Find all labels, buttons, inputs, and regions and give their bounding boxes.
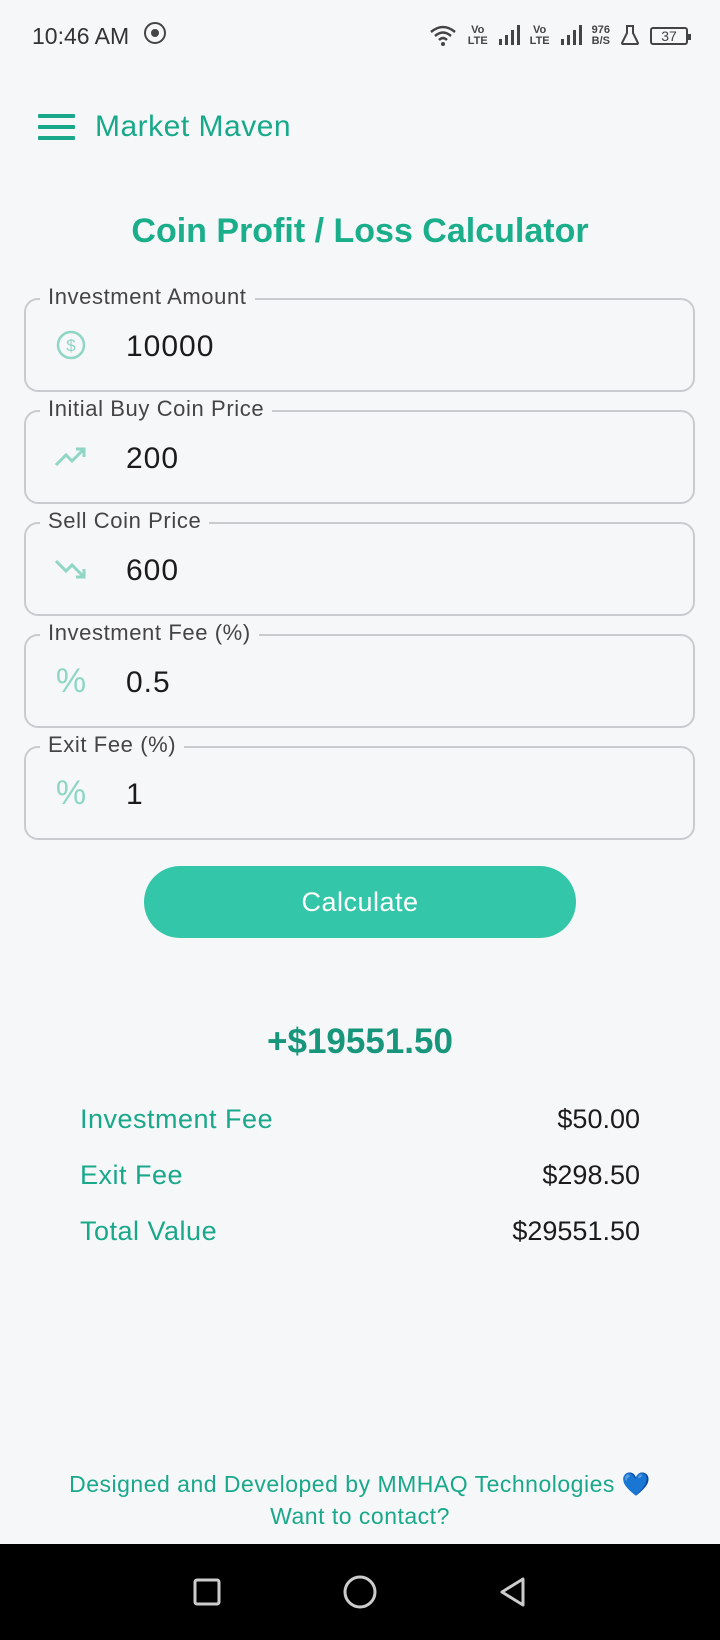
page-title: Coin Profit / Loss Calculator bbox=[131, 212, 589, 250]
dollar-circle-icon: $ bbox=[54, 328, 88, 362]
battery-level: 37 bbox=[661, 28, 677, 44]
exit-fee-input[interactable] bbox=[124, 766, 668, 824]
result-label: Total Value bbox=[80, 1216, 218, 1246]
exit-fee-field: Exit Fee (%) % bbox=[24, 732, 695, 840]
result-value: $298.50 bbox=[542, 1160, 640, 1190]
footer-credit: Designed and Developed by MMHAQ Technolo… bbox=[69, 1471, 651, 1497]
status-left: 10:46 AM bbox=[32, 21, 167, 51]
navigation-bar bbox=[0, 1544, 720, 1640]
result-value: $50.00 bbox=[557, 1104, 640, 1134]
menu-icon[interactable] bbox=[38, 114, 75, 140]
initial-buy-price-label: Initial Buy Coin Price bbox=[40, 396, 273, 422]
circle-icon bbox=[343, 1575, 377, 1609]
sell-price-label: Sell Coin Price bbox=[40, 508, 210, 534]
investment-fee-field: Investment Fee (%) % bbox=[24, 620, 695, 728]
investment-amount-field: Investment Amount $ bbox=[24, 284, 695, 392]
sell-price-field: Sell Coin Price bbox=[24, 508, 695, 616]
result-row: Exit Fee $298.50 bbox=[80, 1160, 640, 1191]
result-value: $29551.50 bbox=[512, 1216, 640, 1246]
result-row: Total Value $29551.50 bbox=[80, 1216, 640, 1247]
trending-down-icon bbox=[54, 552, 88, 586]
signal-icon bbox=[560, 24, 582, 49]
exit-fee-label: Exit Fee (%) bbox=[40, 732, 185, 758]
square-icon bbox=[193, 1578, 221, 1606]
footer: Designed and Developed by MMHAQ Technolo… bbox=[0, 1468, 720, 1532]
recents-button[interactable] bbox=[185, 1570, 229, 1614]
home-button[interactable] bbox=[338, 1570, 382, 1614]
investment-amount-label: Investment Amount bbox=[40, 284, 255, 310]
network-speed-unit: B/S bbox=[591, 35, 610, 47]
sell-price-input[interactable] bbox=[124, 542, 668, 600]
calculate-button[interactable]: Calculate bbox=[144, 866, 576, 938]
network-speed: 976 B/S bbox=[592, 25, 610, 47]
volte-2: Vo LTE bbox=[530, 25, 550, 47]
result-label: Investment Fee bbox=[80, 1104, 274, 1134]
initial-buy-price-input[interactable] bbox=[124, 430, 668, 488]
percent-icon: % bbox=[55, 773, 87, 812]
back-triangle-icon bbox=[500, 1577, 525, 1607]
wifi-icon bbox=[428, 23, 458, 50]
investment-amount-input[interactable] bbox=[124, 318, 668, 376]
trending-up-icon bbox=[54, 440, 88, 474]
result-label: Exit Fee bbox=[80, 1160, 184, 1190]
profit-result: +$19551.50 bbox=[267, 1022, 453, 1061]
percent-icon: % bbox=[55, 661, 87, 700]
status-right: Vo LTE Vo LTE 976 B/S 37 bbox=[428, 23, 691, 50]
app-title: Market Maven bbox=[95, 110, 292, 143]
status-time: 10:46 AM bbox=[32, 22, 130, 49]
flask-icon bbox=[620, 24, 640, 49]
record-icon bbox=[143, 21, 167, 51]
battery-icon: 37 bbox=[650, 27, 691, 45]
contact-link[interactable]: Want to contact? bbox=[0, 1500, 720, 1532]
initial-buy-price-field: Initial Buy Coin Price bbox=[24, 396, 695, 504]
volte-1-bottom: LTE bbox=[467, 35, 488, 47]
result-row: Investment Fee $50.00 bbox=[80, 1104, 640, 1135]
svg-text:$: $ bbox=[66, 336, 76, 355]
investment-fee-input[interactable] bbox=[124, 654, 668, 712]
back-button[interactable] bbox=[491, 1570, 535, 1614]
volte-1: Vo LTE bbox=[468, 25, 488, 47]
volte-2-bottom: LTE bbox=[529, 35, 550, 47]
status-bar: 10:46 AM Vo LTE Vo LTE 976 B/S 37 bbox=[0, 0, 720, 72]
app-bar: Market Maven bbox=[0, 90, 720, 164]
signal-icon bbox=[498, 24, 520, 49]
investment-fee-label: Investment Fee (%) bbox=[40, 620, 259, 646]
